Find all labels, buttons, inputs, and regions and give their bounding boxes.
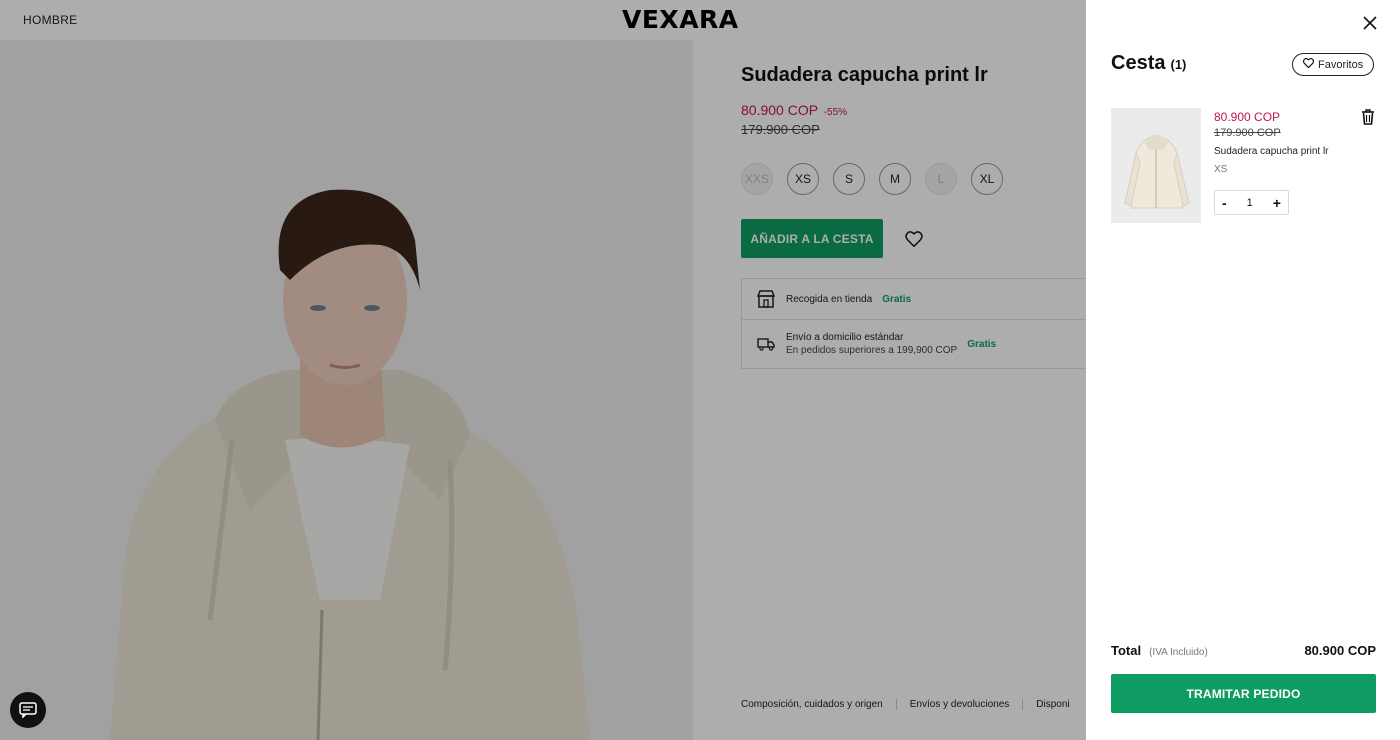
favorites-button[interactable]: Favoritos (1292, 53, 1375, 76)
close-icon[interactable] (1362, 15, 1378, 31)
cart-item-details: 80.900 COP 179.900 COP Sudadera capucha … (1214, 110, 1364, 215)
checkout-button[interactable]: TRAMITAR PEDIDO (1111, 674, 1376, 713)
decrease-quantity-button[interactable]: - (1222, 195, 1227, 211)
cart-count: (1) (1170, 57, 1187, 72)
total-value: 80.900 COP (1304, 643, 1376, 658)
cart-total-row: Total (IVA Incluido) 80.900 COP (1111, 643, 1376, 658)
cart-item-name[interactable]: Sudadera capucha print lr (1214, 146, 1364, 157)
cart-item-old-price: 179.900 COP (1214, 127, 1281, 139)
total-tax-note: (IVA Incluido) (1149, 647, 1208, 658)
cart-header: Cesta (1) (1111, 52, 1186, 75)
increase-quantity-button[interactable]: + (1273, 195, 1281, 211)
chat-support-icon[interactable] (10, 692, 46, 728)
cart-item-thumbnail[interactable] (1111, 108, 1201, 223)
total-label: Total (1111, 643, 1142, 658)
favorites-label: Favoritos (1318, 58, 1364, 71)
cart-item-price: 80.900 COP (1214, 110, 1281, 124)
modal-overlay[interactable] (0, 0, 1086, 740)
cart-title: Cesta (1111, 52, 1166, 74)
quantity-value: 1 (1246, 196, 1253, 209)
hoodie-thumbnail-image (1111, 108, 1201, 223)
cart-item-size: XS (1214, 164, 1228, 175)
quantity-stepper: - 1 + (1214, 190, 1289, 215)
cart-drawer: Cesta (1) Favoritos 80.900 COP 179.900 C… (1086, 0, 1400, 740)
heart-icon (1302, 58, 1315, 71)
trash-icon[interactable] (1361, 109, 1375, 125)
